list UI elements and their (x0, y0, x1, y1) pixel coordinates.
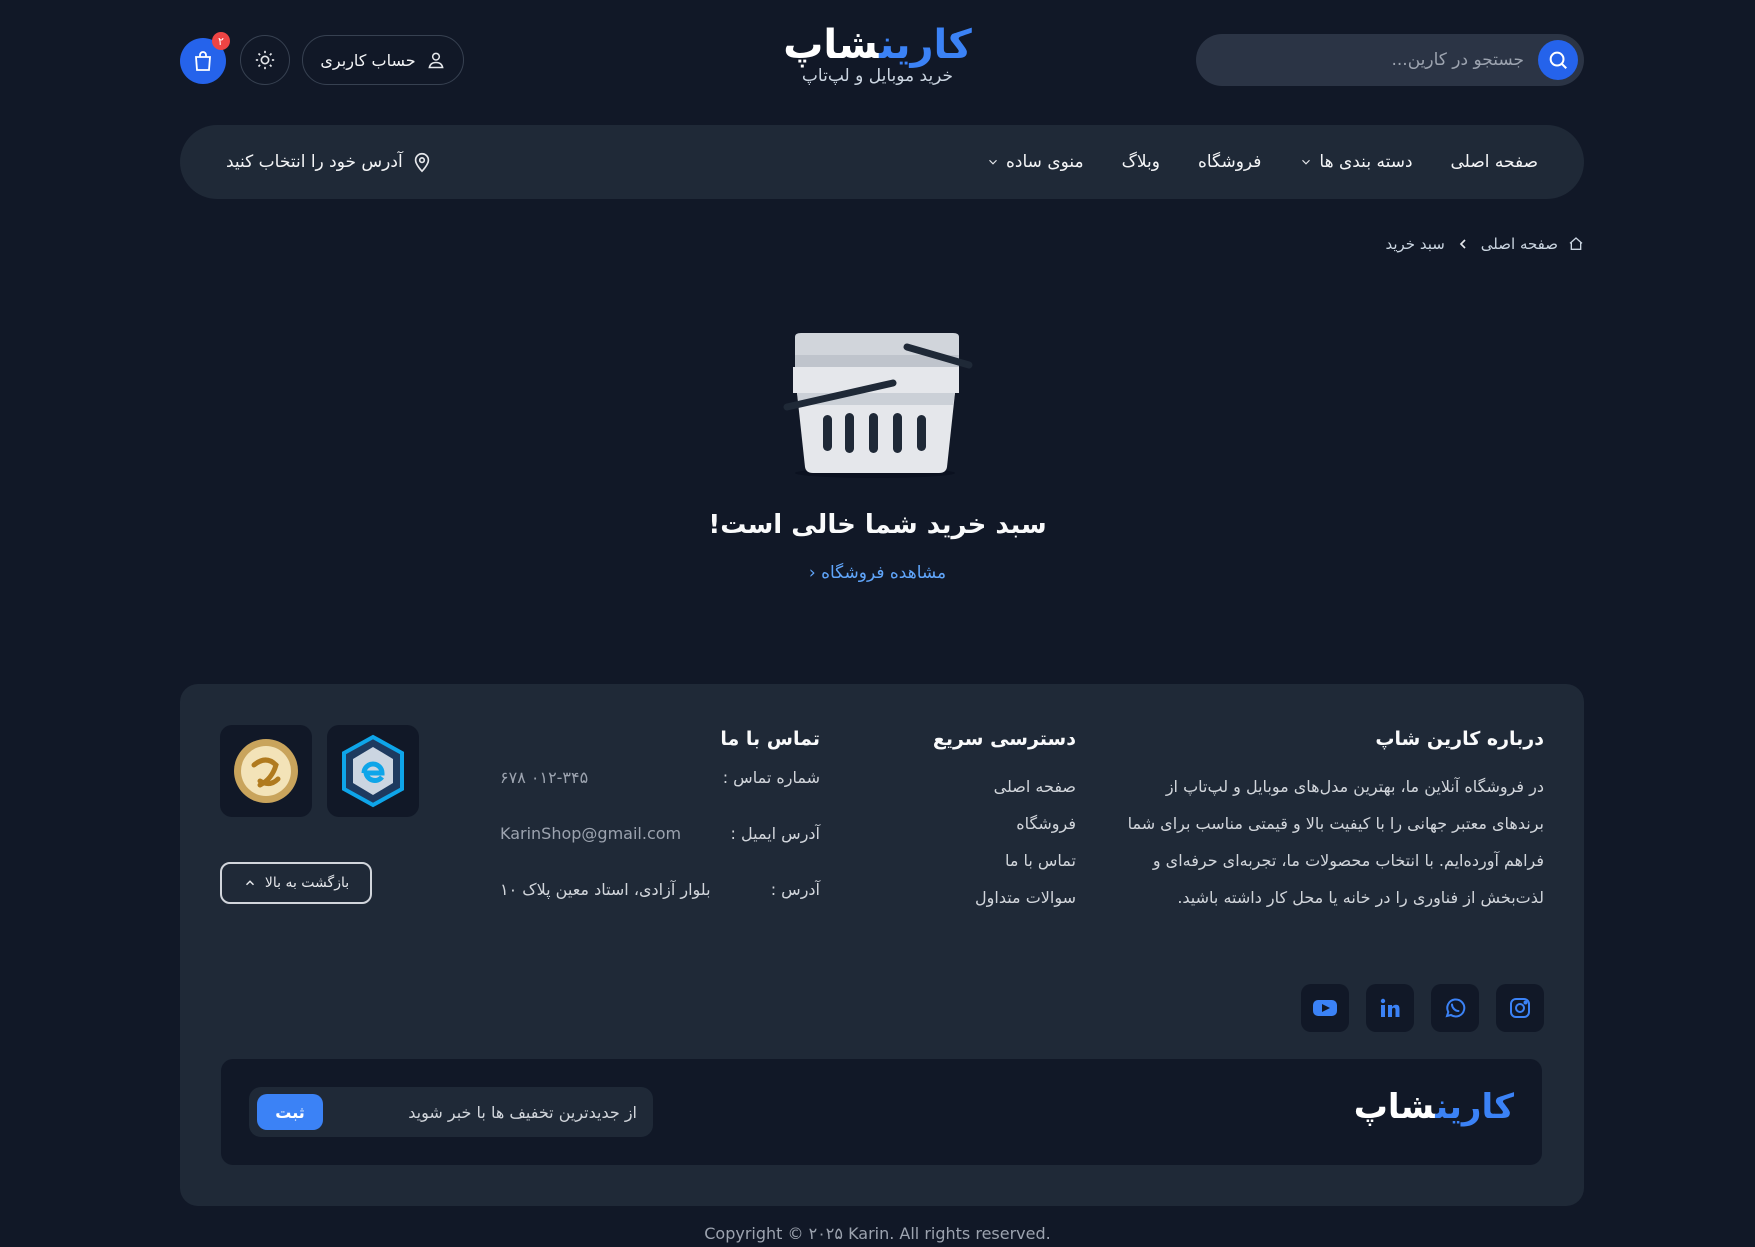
search-bar[interactable] (1196, 34, 1584, 86)
logo-brand-white: شاپ (783, 22, 880, 68)
back-to-top-label: بازگشت به بالا (264, 875, 350, 891)
nav-item-shop[interactable]: فروشگاه (1198, 152, 1261, 172)
instagram-link[interactable] (1496, 984, 1544, 1032)
social-links (1301, 984, 1544, 1032)
cart-button[interactable]: ۲ (180, 32, 230, 84)
view-shop-label: مشاهده فروشگاه (821, 563, 947, 583)
whatsapp-link[interactable] (1431, 984, 1479, 1032)
contact-address-row: آدرس : بلوار آزادی، استاد معین پلاک ۱۰ (500, 880, 820, 936)
contact-phone-label: شماره تماس : (722, 768, 820, 787)
home-icon (1569, 237, 1583, 250)
footer-link-home[interactable]: صفحه اصلی (933, 768, 1076, 805)
search-icon (1549, 51, 1567, 69)
whatsapp-icon (1445, 998, 1466, 1018)
newsletter-box: کارینشاپ ثبت (221, 1059, 1542, 1165)
back-to-top-button[interactable]: بازگشت به بالا (220, 862, 372, 904)
nav-item-label: وبلاگ (1121, 152, 1160, 172)
chevron-left-icon (1459, 239, 1466, 249)
sun-icon (255, 50, 275, 70)
newsletter-submit-button[interactable]: ثبت (257, 1094, 323, 1130)
user-icon (428, 52, 444, 69)
footer-about-text: در فروشگاه آنلاین ما، بهترین مدل‌های موب… (1127, 777, 1544, 907)
nav-item-simple-menu[interactable]: منوی ساده (986, 152, 1084, 172)
enamad-badge[interactable] (327, 725, 419, 817)
contact-email-label: آدرس ایمیل : (730, 824, 820, 843)
chevron-left-icon: ‹ (808, 563, 816, 583)
newsletter-form: ثبت (249, 1087, 653, 1137)
copyright-text: Copyright © ۲۰۲۵ Karin. All rights reser… (704, 1224, 1051, 1243)
nav-item-label: فروشگاه (1197, 152, 1262, 172)
footer-contact: تماس با ما شماره تماس : ۰۱۲-۳۴۵ ۶۷۸ آدرس… (500, 728, 820, 936)
enamad-logo-icon (342, 734, 404, 808)
address-label: آدرس خود را انتخاب کنید (226, 152, 403, 172)
contact-email-value: KarinShop@gmail.com (500, 824, 682, 843)
nav-item-label: منوی ساده (1006, 152, 1084, 172)
footer-about: درباره کارین شاپ در فروشگاه آنلاین ما، ب… (1124, 728, 1544, 916)
search-button[interactable] (1538, 40, 1578, 80)
contact-address-value: بلوار آزادی، استاد معین پلاک ۱۰ (500, 880, 711, 899)
nav-item-categories[interactable]: دسته بندی ها (1299, 152, 1413, 172)
contact-address-label: آدرس : (770, 880, 820, 899)
shopping-bag-icon (195, 51, 211, 71)
nav-item-blog[interactable]: وبلاگ (1122, 152, 1160, 172)
nav-menu: صفحه اصلی دسته بندی ها فروشگاه وبلاگ منو… (986, 125, 1538, 199)
breadcrumb-home[interactable]: صفحه اصلی (1481, 235, 1558, 253)
youtube-link[interactable] (1301, 984, 1349, 1032)
footer-link-shop[interactable]: فروشگاه (933, 805, 1076, 842)
search-input[interactable] (1238, 40, 1538, 80)
view-shop-link[interactable]: مشاهده فروشگاه ‹ (0, 563, 1755, 583)
youtube-icon (1313, 1000, 1337, 1016)
contact-phone-row: شماره تماس : ۰۱۲-۳۴۵ ۶۷۸ (500, 768, 820, 824)
address-selector[interactable]: آدرس خود را انتخاب کنید (226, 125, 433, 199)
footer-contact-heading: تماس با ما (720, 728, 820, 750)
location-pin-icon (414, 152, 429, 173)
footer-link-faq[interactable]: سوالات متداول (933, 879, 1076, 916)
newsletter-input[interactable] (345, 1102, 645, 1122)
breadcrumb: صفحه اصلی سبد خرید (1385, 235, 1584, 253)
empty-basket-illustration (783, 333, 973, 478)
instagram-icon (1510, 998, 1530, 1018)
account-label: حساب کاربری (320, 50, 416, 70)
footer-logo[interactable]: کارینشاپ (1353, 1087, 1515, 1127)
nav-item-label: دسته بندی ها (1319, 152, 1413, 172)
footer-logo-white: شاپ (1353, 1087, 1437, 1127)
chevron-down-icon (1302, 159, 1311, 165)
chevron-down-icon (989, 159, 997, 165)
chevron-up-icon (245, 880, 254, 886)
linkedin-icon (1380, 998, 1400, 1017)
logo-subtitle: خرید موبایل و لپ‌تاپ (801, 66, 954, 86)
cart-count-badge: ۲ (212, 32, 230, 50)
footer-logo-blue: کارین (1435, 1087, 1515, 1127)
footer-link-contact[interactable]: تماس با ما (933, 842, 1076, 879)
site-logo[interactable]: کارینشاپ خرید موبایل و لپ‌تاپ (760, 22, 995, 86)
contact-email-row: آدرس ایمیل : KarinShop@gmail.com (500, 824, 820, 880)
samandehi-seal-icon (234, 739, 298, 803)
main-navbar: صفحه اصلی دسته بندی ها فروشگاه وبلاگ منو… (180, 125, 1584, 199)
empty-cart-title: سبد خرید شما خالی است! (708, 510, 1047, 540)
site-footer: درباره کارین شاپ در فروشگاه آنلاین ما، ب… (180, 684, 1584, 1206)
footer-about-heading: درباره کارین شاپ (1375, 728, 1544, 750)
nav-item-home[interactable]: صفحه اصلی (1451, 152, 1538, 172)
linkedin-link[interactable] (1366, 984, 1414, 1032)
footer-quick-heading: دسترسی سریع (932, 728, 1076, 750)
contact-phone-value: ۰۱۲-۳۴۵ ۶۷۸ (500, 768, 589, 787)
theme-toggle-button[interactable] (240, 35, 290, 85)
samandehi-badge[interactable] (220, 725, 312, 817)
breadcrumb-current: سبد خرید (1385, 235, 1445, 253)
logo-brand-blue: کارین (879, 22, 973, 68)
nav-item-label: صفحه اصلی (1450, 152, 1538, 172)
footer-quick-links: دسترسی سریع صفحه اصلی فروشگاه تماس با ما… (933, 728, 1076, 916)
account-button[interactable]: حساب کاربری (302, 35, 464, 85)
